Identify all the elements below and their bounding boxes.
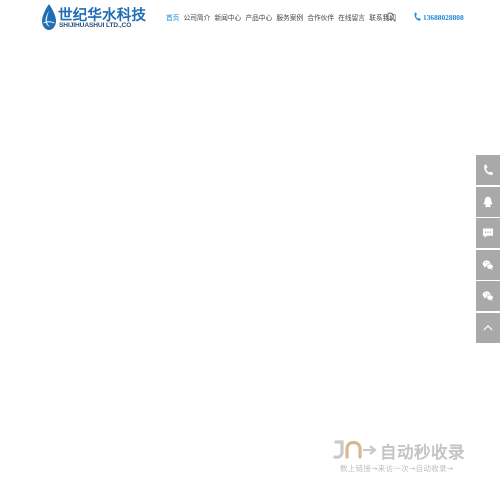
phone-icon — [484, 164, 493, 176]
message-icon — [483, 228, 493, 238]
floating-sidebar — [476, 155, 500, 344]
wechat-icon — [482, 291, 494, 301]
sidebar-phone-button[interactable] — [476, 155, 500, 185]
sidebar-wechat-button[interactable] — [476, 281, 500, 311]
phone-number: 13688028808 — [423, 12, 464, 22]
wechat-icon — [482, 259, 494, 270]
nav-item-home[interactable]: 首页 — [166, 12, 179, 24]
water-drop-icon — [42, 4, 56, 30]
sidebar-message-button[interactable] — [476, 218, 500, 248]
watermark-title: 自动秒收录 — [380, 443, 465, 462]
logo-subtitle: SHIJIHUASHUI LTD.,CO — [59, 22, 132, 29]
contact-phone[interactable]: 13688028808 — [413, 11, 464, 23]
nav-item-company[interactable]: 公司简介 — [184, 12, 211, 24]
nav-item-products[interactable]: 产品中心 — [245, 12, 272, 24]
search-icon[interactable] — [386, 12, 396, 22]
nav-item-news[interactable]: 新闻中心 — [215, 12, 242, 24]
watermark-subtitle: 数上链接→来访一次→自动收录→ — [340, 464, 454, 473]
sidebar-qq-button[interactable] — [476, 186, 500, 217]
back-to-top-button[interactable] — [476, 312, 500, 343]
watermark-logo-icon — [333, 440, 377, 459]
chevron-up-icon — [483, 324, 493, 330]
site-header: 世纪华水科技 SHIJIHUASHUI LTD.,CO 首页 公司简介 新闻中心… — [0, 0, 500, 34]
site-logo[interactable]: 世纪华水科技 SHIJIHUASHUI LTD.,CO — [41, 3, 146, 33]
nav-item-message[interactable]: 在线留言 — [338, 12, 365, 24]
phone-icon — [414, 12, 421, 21]
main-nav: 首页 公司简介 新闻中心 产品中心 服务案例 合作伙伴 在线留言 联系我们 — [166, 12, 400, 24]
sidebar-wechat-button[interactable] — [476, 249, 500, 280]
qq-icon — [483, 196, 493, 207]
nav-item-cases[interactable]: 服务案例 — [276, 12, 303, 24]
watermark: 自动秒收录 数上链接→来访一次→自动收录→ — [332, 440, 482, 476]
nav-item-partners[interactable]: 合作伙伴 — [307, 12, 334, 24]
